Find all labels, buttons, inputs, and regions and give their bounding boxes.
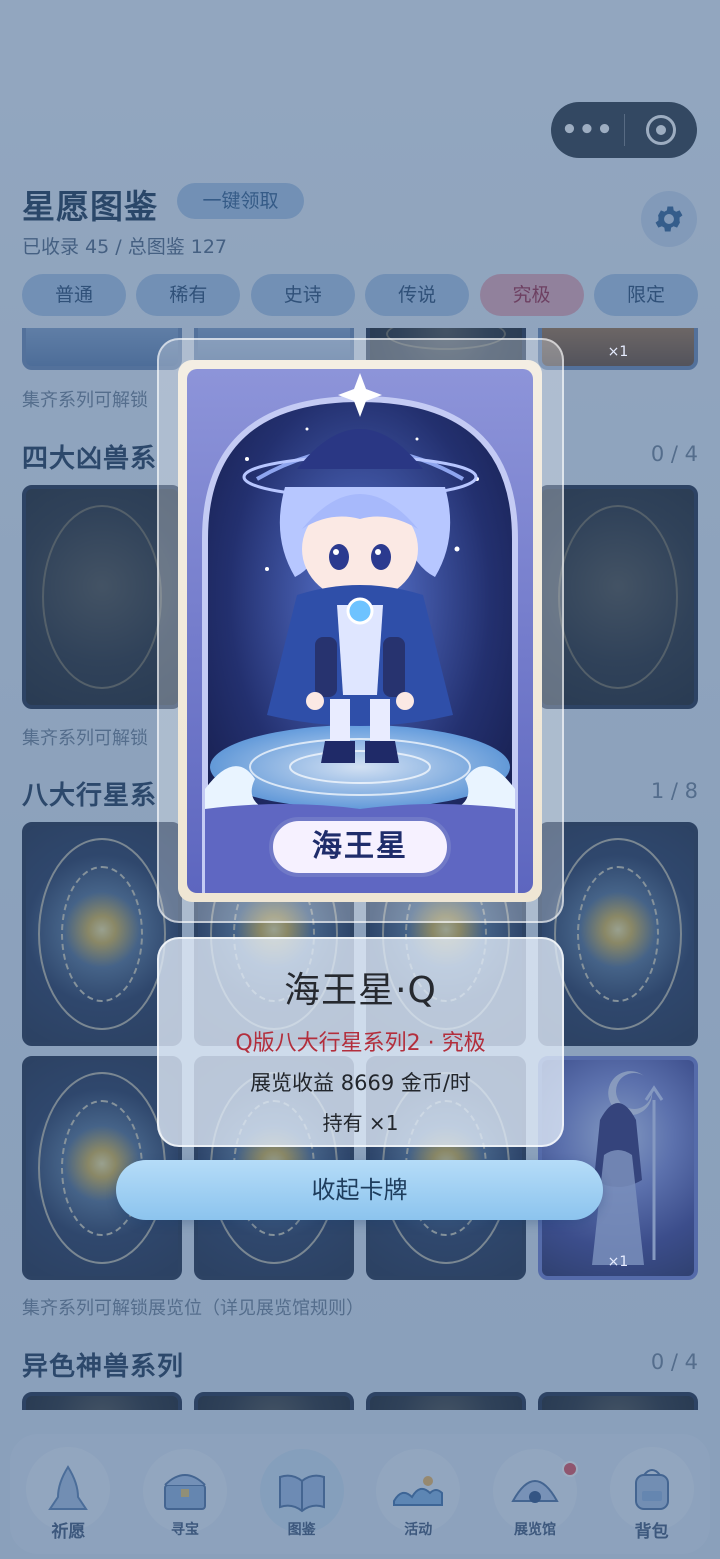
- card-name: 海王星·Q: [284, 970, 437, 1011]
- collapse-card-button[interactable]: 收起卡牌: [116, 1160, 603, 1220]
- card-count: ×1: [607, 1254, 629, 1270]
- card-series-rarity: Q版八大行星系列2 · 究极: [235, 1031, 486, 1056]
- card-detail-image: 海王星: [178, 360, 542, 902]
- app-root: ••• 星愿图鉴 一键领取 已收录 45 / 总图鉴 127 普通 稀有 史诗 …: [0, 0, 720, 1559]
- exhibition-income: 展览收益 8669 金币/时: [250, 1071, 471, 1095]
- owned-count: 持有 ×1: [322, 1111, 399, 1135]
- card-info-panel: 海王星·Q Q版八大行星系列2 · 究极 展览收益 8669 金币/时 持有 ×…: [157, 937, 564, 1147]
- card-name-plate: 海王星: [269, 817, 451, 877]
- card-count: ×1: [607, 344, 629, 360]
- neptune-chibi-illustration: [202, 373, 518, 893]
- card-illustration: 海王星: [187, 369, 533, 893]
